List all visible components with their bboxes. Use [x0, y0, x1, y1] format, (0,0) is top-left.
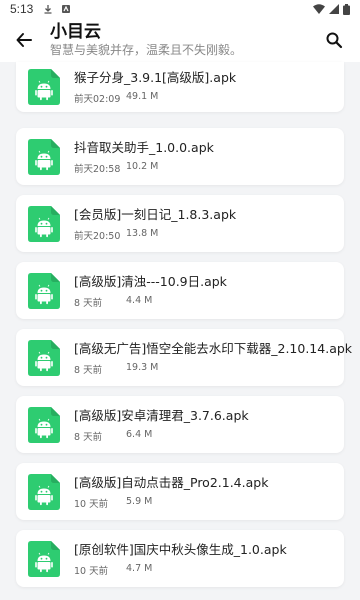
file-date: 10 天前 [74, 565, 109, 577]
android-apk-icon [28, 473, 60, 510]
signal-icon [329, 4, 339, 14]
file-name: [高级版]清浊---10.9日.apk [74, 273, 227, 289]
file-date: 前天20:58 [74, 163, 121, 175]
file-date: 10 天前 [74, 498, 109, 510]
file-date: 前天20:50 [74, 230, 121, 242]
file-size: 49.1 M [126, 91, 159, 102]
android-apk-icon [28, 339, 60, 376]
file-size: 19.3 M [126, 361, 159, 373]
android-apk-icon [28, 272, 60, 309]
file-size: 4.7 M [126, 562, 153, 574]
arrow-left-icon [16, 33, 32, 47]
android-apk-icon [28, 138, 60, 175]
file-list-item[interactable]: [会员版]一刻日记_1.8.3.apk 前天20:50 13.8 M [16, 195, 344, 252]
status-bar: 5:13 [0, 0, 360, 18]
android-apk-icon [28, 69, 60, 105]
file-list-item[interactable]: 抖音取关助手_1.0.0.apk 前天20:58 10.2 M [16, 128, 344, 185]
file-size: 5.9 M [126, 495, 153, 507]
page-title: 小目云 [50, 22, 101, 42]
app-header: 小目云 智慧与美貌并存，温柔且不失刚毅。 [0, 18, 360, 62]
android-apk-icon [28, 205, 60, 242]
file-name: [高级无广告]悟空全能去水印下载器_2.10.14.apk [74, 340, 353, 356]
file-date: 前天02:09 [74, 94, 121, 105]
wifi-icon [313, 4, 325, 14]
search-icon [326, 32, 343, 49]
file-date: 8 天前 [74, 297, 103, 309]
file-name: [原创软件]国庆中秋头像生成_1.0.apk [74, 541, 287, 557]
file-date: 8 天前 [74, 364, 103, 376]
status-time: 5:13 [10, 2, 34, 16]
file-list-item[interactable]: 猴子分身_3.9.1[高级版].apk 前天02:09 49.1 M [16, 62, 344, 112]
file-name: [高级版]自动点击器_Pro2.1.4.apk [74, 474, 269, 490]
android-apk-icon [28, 406, 60, 443]
notification-app-icon [62, 5, 71, 13]
file-list-item[interactable]: [高级版]清浊---10.9日.apk 8 天前 4.4 M [16, 262, 344, 319]
page-subtitle: 智慧与美貌并存，温柔且不失刚毅。 [50, 43, 243, 57]
file-size: 4.4 M [126, 294, 153, 306]
file-list-item[interactable]: [高级版]安卓清理君_3.7.6.apk 8 天前 6.4 M [16, 396, 344, 453]
search-button[interactable] [322, 28, 346, 52]
file-name: 抖音取关助手_1.0.0.apk [74, 139, 214, 155]
file-name: [会员版]一刻日记_1.8.3.apk [74, 206, 237, 222]
file-date: 8 天前 [74, 431, 103, 443]
file-list: 猴子分身_3.9.1[高级版].apk 前天02:09 49.1 M 抖音取关助… [0, 62, 360, 597]
file-name: [高级版]安卓清理君_3.7.6.apk [74, 407, 249, 423]
back-button[interactable] [12, 28, 36, 52]
file-size: 10.2 M [126, 160, 159, 172]
android-apk-icon [28, 540, 60, 577]
file-size: 13.8 M [126, 227, 159, 239]
file-name: 猴子分身_3.9.1[高级版].apk [74, 70, 237, 85]
file-list-item[interactable]: [高级版]自动点击器_Pro2.1.4.apk 10 天前 5.9 M [16, 463, 344, 520]
file-size: 6.4 M [126, 428, 153, 440]
file-list-item[interactable]: [高级无广告]悟空全能去水印下载器_2.10.14.apk 8 天前 19.3 … [16, 329, 352, 386]
download-icon [44, 5, 52, 14]
file-list-item[interactable]: [原创软件]国庆中秋头像生成_1.0.apk 10 天前 4.7 M [16, 530, 344, 587]
battery-icon [343, 3, 350, 15]
